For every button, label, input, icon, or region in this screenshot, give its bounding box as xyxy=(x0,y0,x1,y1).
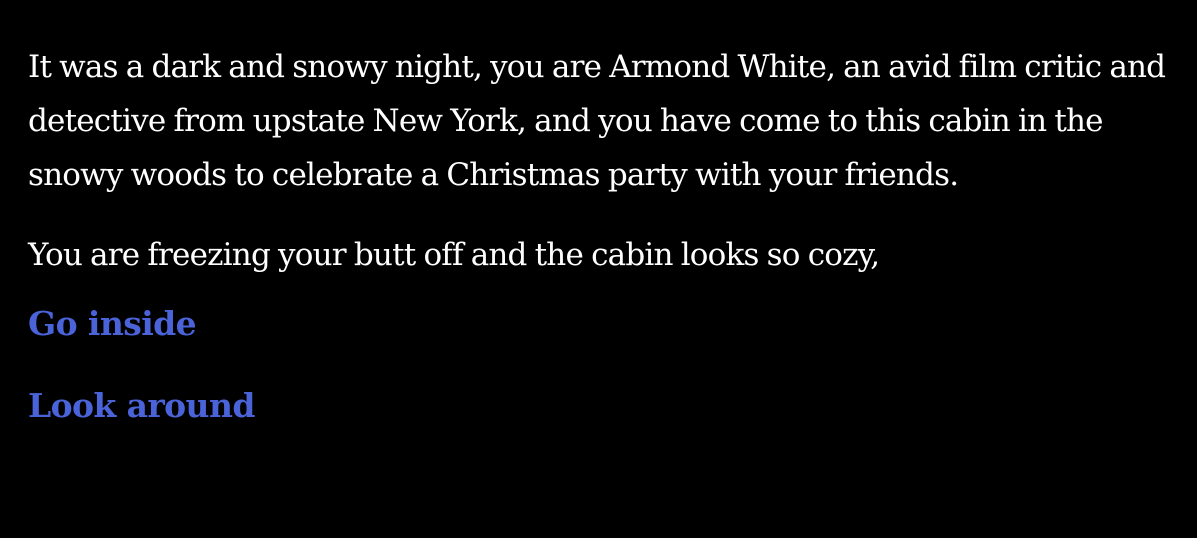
choice-list: Go inside Look around xyxy=(28,304,1188,426)
choice-go-inside-link[interactable]: Go inside xyxy=(28,304,197,344)
choice-look-around-link[interactable]: Look around xyxy=(28,386,255,426)
story-paragraph-intro: It was a dark and snowy night, you are A… xyxy=(28,49,1166,193)
story-passage: It was a dark and snowy night, you are A… xyxy=(28,40,1188,426)
story-paragraph-cabin: You are freezing your butt off and the c… xyxy=(28,237,880,273)
